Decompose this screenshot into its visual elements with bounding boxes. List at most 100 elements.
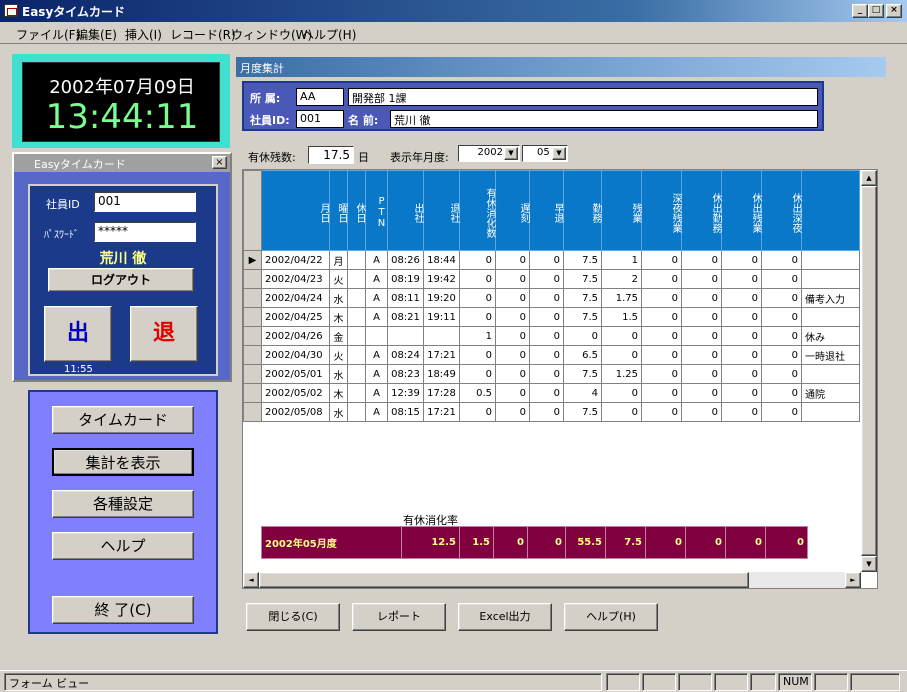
cell-note[interactable] <box>801 269 860 289</box>
cell-holiday[interactable] <box>347 269 366 289</box>
col-header-holiday-work[interactable]: 休出勤務 <box>681 170 722 251</box>
col-header-overtime[interactable]: 残業 <box>601 170 642 251</box>
col-header-holiday[interactable]: 休日 <box>347 170 366 251</box>
cell-holiday-ot[interactable]: 0 <box>721 288 762 308</box>
cell-in[interactable]: 08:23 <box>387 364 424 384</box>
cell-work[interactable]: 7.5 <box>563 250 602 270</box>
cell-early[interactable]: 0 <box>529 364 564 384</box>
cell-holiday-night[interactable]: 0 <box>761 326 802 346</box>
menu-window[interactable]: ウィンドウ(W) <box>231 26 312 43</box>
settings-button[interactable]: 各種設定 <box>52 490 194 518</box>
cell-holiday-work[interactable]: 0 <box>681 326 722 346</box>
cell-ptn[interactable]: A <box>365 269 388 289</box>
cell-out[interactable]: 18:44 <box>423 250 460 270</box>
cell-night-ot[interactable]: 0 <box>641 307 682 327</box>
cell-late[interactable]: 0 <box>495 250 530 270</box>
cell-late[interactable]: 0 <box>495 326 530 346</box>
cell-holiday-work[interactable]: 0 <box>681 383 722 403</box>
table-row[interactable]: 2002/04/30 火 A 08:24 17:21 0 0 0 6.5 0 0 0 0 0 一時退社 <box>243 345 860 365</box>
cell-out[interactable]: 17:28 <box>423 383 460 403</box>
cell-early[interactable]: 0 <box>529 345 564 365</box>
form-help-button[interactable]: ヘルプ(H) <box>564 603 658 631</box>
cell-holiday-work[interactable]: 0 <box>681 288 722 308</box>
cell-ptn[interactable]: A <box>365 383 388 403</box>
scroll-right-icon[interactable]: ► <box>845 572 861 588</box>
cell-ptn[interactable]: A <box>365 288 388 308</box>
cell-overtime[interactable]: 0 <box>601 345 642 365</box>
col-header-out[interactable]: 退社 <box>423 170 460 251</box>
cell-holiday[interactable] <box>347 307 366 327</box>
cell-night-ot[interactable]: 0 <box>641 364 682 384</box>
login-close-button[interactable]: × <box>212 156 227 169</box>
cell-ptn[interactable] <box>365 326 388 346</box>
menu-record[interactable]: レコード(R) <box>170 26 236 43</box>
cell-early[interactable]: 0 <box>529 383 564 403</box>
name-field[interactable]: 荒川 徹 <box>390 110 818 128</box>
cell-holiday[interactable] <box>347 364 366 384</box>
cell-paid[interactable]: 0 <box>459 269 496 289</box>
cell-early[interactable]: 0 <box>529 288 564 308</box>
cell-overtime[interactable]: 1.75 <box>601 288 642 308</box>
cell-holiday-ot[interactable]: 0 <box>721 402 762 422</box>
cell-weekday[interactable]: 月 <box>329 250 348 270</box>
minimize-button[interactable]: _ <box>852 4 868 18</box>
cell-out[interactable]: 17:21 <box>423 345 460 365</box>
cell-date[interactable]: 2002/05/02 <box>261 383 330 403</box>
cell-in[interactable]: 08:19 <box>387 269 424 289</box>
cell-holiday-work[interactable]: 0 <box>681 345 722 365</box>
password-input[interactable]: ***** <box>94 222 196 242</box>
vertical-scroll-thumb[interactable] <box>861 186 877 556</box>
row-selector[interactable] <box>243 345 262 365</box>
cell-holiday-work[interactable]: 0 <box>681 364 722 384</box>
menu-help[interactable]: ヘルプ(H) <box>302 26 356 43</box>
row-selector[interactable] <box>243 326 262 346</box>
close-button[interactable]: × <box>886 4 902 18</box>
cell-holiday-ot[interactable]: 0 <box>721 345 762 365</box>
cell-early[interactable]: 0 <box>529 307 564 327</box>
table-row[interactable]: 2002/05/01 水 A 08:23 18:49 0 0 0 7.5 1.25 0 0 0 0 <box>243 364 860 384</box>
cell-night-ot[interactable]: 0 <box>641 250 682 270</box>
cell-ptn[interactable]: A <box>365 364 388 384</box>
row-selector[interactable] <box>243 269 262 289</box>
cell-date[interactable]: 2002/05/08 <box>261 402 330 422</box>
horizontal-scrollbar[interactable]: ◄ ► <box>243 572 861 588</box>
table-row[interactable]: 2002/04/24 水 A 08:11 19:20 0 0 0 7.5 1.75 0 0 0 0 備考入力 <box>243 288 860 308</box>
cell-early[interactable]: 0 <box>529 250 564 270</box>
employee-id-input[interactable]: 001 <box>94 192 196 212</box>
cell-late[interactable]: 0 <box>495 364 530 384</box>
cell-holiday[interactable] <box>347 383 366 403</box>
excel-export-button[interactable]: Excel出力 <box>458 603 552 631</box>
cell-note[interactable] <box>801 364 860 384</box>
col-header-night-ot[interactable]: 深夜残業 <box>641 170 682 251</box>
cell-night-ot[interactable]: 0 <box>641 383 682 403</box>
cell-paid[interactable]: 0 <box>459 307 496 327</box>
cell-holiday-night[interactable]: 0 <box>761 288 802 308</box>
cell-holiday[interactable] <box>347 326 366 346</box>
clock-out-button[interactable]: 退 <box>130 306 198 362</box>
cell-note[interactable] <box>801 402 860 422</box>
row-selector[interactable] <box>243 364 262 384</box>
cell-ptn[interactable]: A <box>365 307 388 327</box>
col-header-late[interactable]: 遅刻 <box>495 170 530 251</box>
cell-date[interactable]: 2002/04/26 <box>261 326 330 346</box>
cell-weekday[interactable]: 水 <box>329 288 348 308</box>
cell-work[interactable]: 7.5 <box>563 288 602 308</box>
cell-early[interactable]: 0 <box>529 402 564 422</box>
cell-weekday[interactable]: 金 <box>329 326 348 346</box>
row-selector[interactable] <box>243 402 262 422</box>
cell-work[interactable]: 7.5 <box>563 402 602 422</box>
cell-holiday-night[interactable]: 0 <box>761 269 802 289</box>
cell-night-ot[interactable]: 0 <box>641 326 682 346</box>
cell-work[interactable]: 4 <box>563 383 602 403</box>
cell-work[interactable]: 7.5 <box>563 364 602 384</box>
cell-out[interactable] <box>423 326 460 346</box>
logout-button[interactable]: ログアウト <box>48 268 194 292</box>
cell-paid[interactable]: 0 <box>459 250 496 270</box>
cell-ptn[interactable]: A <box>365 345 388 365</box>
row-selector[interactable] <box>243 383 262 403</box>
maximize-button[interactable]: □ <box>868 4 884 18</box>
close-form-button[interactable]: 閉じる(C) <box>246 603 340 631</box>
timecard-button[interactable]: タイムカード <box>52 406 194 434</box>
row-selector[interactable] <box>243 307 262 327</box>
cell-note[interactable] <box>801 307 860 327</box>
